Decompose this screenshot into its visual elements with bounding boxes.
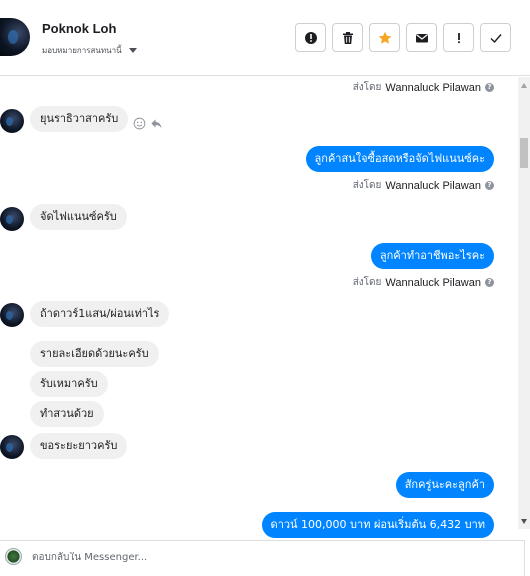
sender-name: Wannaluck Pilawan bbox=[385, 81, 481, 94]
outgoing-message[interactable]: ลูกค้าทำอาชีพอะไรคะ bbox=[370, 243, 494, 269]
contact-avatar-small[interactable] bbox=[0, 435, 24, 459]
reply-input[interactable] bbox=[32, 552, 432, 563]
sender-name: Wannaluck Pilawan bbox=[385, 276, 481, 289]
scrollbar-thumb[interactable] bbox=[520, 138, 528, 168]
incoming-message[interactable]: ถ้าดาวร์1แสน/ผ่อนเท่าไร bbox=[30, 301, 170, 327]
incoming-message[interactable]: รับเหมาครับ bbox=[30, 371, 108, 397]
assign-label: มอบหมายการสนทนานี้ bbox=[42, 46, 122, 55]
chevron-down-icon bbox=[128, 48, 137, 53]
question-icon[interactable]: ? bbox=[485, 83, 494, 92]
star-icon bbox=[378, 31, 391, 44]
sender-name: Wannaluck Pilawan bbox=[385, 179, 481, 192]
mark-done-button[interactable] bbox=[480, 23, 511, 52]
sent-by-label: ส่งโดย Wannaluck Pilawan ? bbox=[353, 178, 494, 193]
sent-by-label: ส่งโดย Wannaluck Pilawan ? bbox=[353, 80, 494, 95]
contact-avatar-small[interactable] bbox=[0, 207, 24, 231]
incoming-message[interactable]: รายละเอียดด้วยนะครับ bbox=[30, 341, 159, 367]
spam-button[interactable] bbox=[443, 23, 474, 52]
message-actions bbox=[133, 117, 163, 130]
contact-avatar-small[interactable] bbox=[0, 303, 24, 327]
incoming-message[interactable]: ขอระยะยาวครับ bbox=[30, 433, 128, 459]
assign-conversation-dropdown[interactable]: มอบหมายการสนทนานี้ bbox=[42, 44, 137, 57]
contact-avatar-small[interactable] bbox=[0, 109, 24, 133]
exclamation-circle-icon bbox=[304, 31, 317, 44]
reply-icon[interactable] bbox=[150, 117, 163, 130]
incoming-message[interactable]: จัดไฟแนนซ์ครับ bbox=[30, 204, 127, 230]
outgoing-message[interactable]: ลูกค้าสนใจซื้อสดหรือจัดไฟแนนซ์คะ bbox=[305, 146, 494, 172]
contact-avatar[interactable] bbox=[0, 18, 30, 56]
star-button[interactable] bbox=[369, 23, 400, 52]
conversation-toolbar bbox=[295, 23, 511, 52]
sent-by-label: ส่งโดย Wannaluck Pilawan ? bbox=[353, 275, 494, 290]
scroll-up-arrow-icon[interactable] bbox=[521, 83, 527, 88]
outgoing-message[interactable]: สักครู่นะคะลูกค้า bbox=[395, 472, 494, 498]
delete-button[interactable] bbox=[332, 23, 363, 52]
scroll-down-arrow-icon[interactable] bbox=[521, 519, 527, 524]
smiley-icon[interactable] bbox=[133, 117, 146, 130]
page-avatar-icon bbox=[5, 548, 22, 565]
exclamation-icon bbox=[457, 32, 460, 43]
conversation-header: Poknok Loh มอบหมายการสนทนานี้ bbox=[0, 0, 530, 76]
checkmark-icon bbox=[490, 33, 502, 43]
message-thread: ส่งโดย Wannaluck Pilawan ? ยุนราธิวาสาคร… bbox=[0, 77, 518, 539]
trash-icon bbox=[342, 31, 353, 44]
incoming-message[interactable]: ยุนราธิวาสาครับ bbox=[30, 106, 129, 132]
report-button[interactable] bbox=[295, 23, 326, 52]
incoming-message[interactable]: ทำสวนด้วย bbox=[30, 401, 104, 427]
envelope-icon bbox=[415, 33, 428, 42]
contact-name[interactable]: Poknok Loh bbox=[42, 21, 116, 36]
reply-composer bbox=[0, 540, 525, 576]
outgoing-message[interactable]: ดาวน์ 100,000 บาท ผ่อนเริ่มต้น 6,432 บาท bbox=[261, 512, 494, 538]
question-icon[interactable]: ? bbox=[485, 181, 494, 190]
mark-unread-button[interactable] bbox=[406, 23, 437, 52]
question-icon[interactable]: ? bbox=[485, 278, 494, 287]
